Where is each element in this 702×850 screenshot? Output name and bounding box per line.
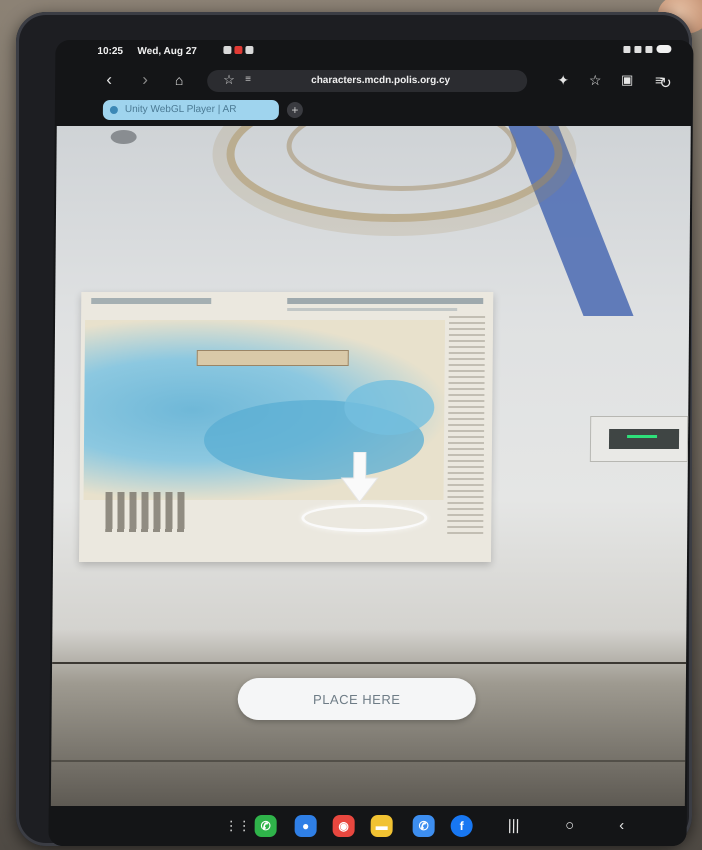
new-tab-button[interactable]: +	[286, 102, 303, 118]
tab-strip: Unity WebGL Player | AR +	[55, 98, 693, 122]
place-here-button[interactable]: PLACE HERE	[237, 678, 476, 720]
app-drawer-icon[interactable]: ⋮⋮⋮	[225, 813, 264, 839]
home-nav-icon[interactable]: ○	[557, 813, 583, 839]
ar-camera-view[interactable]: PLACE HERE	[50, 126, 691, 806]
back-icon[interactable]: ‹	[97, 68, 121, 92]
tabs-icon[interactable]: ▣	[615, 68, 639, 92]
floor-edge	[52, 662, 687, 664]
poster-heading-right	[287, 298, 484, 304]
poster-text-column	[447, 316, 486, 536]
wall-map-poster	[78, 292, 494, 562]
phone-app-icon[interactable]: ✆	[254, 815, 277, 837]
address-bar[interactable]: ☆ ≡ characters.mcdn.polis.org.cy ↻	[207, 70, 672, 92]
mail-notification-icon	[245, 46, 254, 54]
poster-map	[83, 320, 446, 500]
notification-icons	[223, 46, 254, 54]
back-nav-icon[interactable]: ‹	[609, 813, 635, 839]
tablet-device: 10:25 Wed, Aug 27 ‹ › ⌂ ☆ ≡ characters.m…	[16, 12, 694, 846]
gallery-notification-icon	[223, 46, 232, 54]
map-banner	[196, 350, 349, 366]
status-bar: 10:25 Wed, Aug 27	[55, 40, 693, 64]
map-sea-region	[344, 380, 435, 435]
tablet-screen: 10:25 Wed, Aug 27 ‹ › ⌂ ☆ ≡ characters.m…	[48, 40, 694, 846]
forward-icon[interactable]: ›	[133, 68, 157, 92]
favorites-star-icon[interactable]: ☆	[583, 68, 607, 92]
wall-panel	[589, 416, 689, 462]
bookmark-star-icon[interactable]: ☆	[223, 72, 235, 88]
poster-heading-left	[91, 298, 212, 304]
tab-favicon-icon	[109, 106, 118, 114]
placement-arrow-icon	[340, 452, 379, 503]
status-time: 10:25	[97, 46, 124, 57]
alert-notification-icon	[234, 46, 243, 54]
phone2-app-icon[interactable]: ✆	[412, 815, 435, 837]
poster-legend	[105, 492, 186, 532]
system-icons	[623, 45, 672, 53]
poster-subheading	[287, 308, 458, 311]
tab-title: Unity WebGL Player | AR	[124, 104, 237, 115]
battery-icon	[656, 45, 672, 53]
url-text[interactable]: characters.mcdn.polis.org.cy	[311, 75, 450, 86]
menu-icon[interactable]: ≡	[647, 68, 671, 92]
lock-icon: ≡	[245, 74, 252, 85]
floor-board-line	[51, 760, 686, 762]
browser-toolbar: ‹ › ⌂ ☆ ≡ characters.mcdn.polis.org.cy ↻…	[55, 64, 693, 98]
tab-active[interactable]: Unity WebGL Player | AR	[102, 100, 279, 120]
placement-ring-indicator	[301, 504, 428, 532]
notes-app-icon[interactable]: ▬	[370, 815, 393, 837]
system-nav-bar: ⋮⋮⋮ ✆ ● ◉ ▬ ✆ f ||| ○ ‹	[48, 808, 687, 846]
wifi-icon	[634, 45, 642, 53]
mute-icon	[623, 45, 631, 53]
messages-app-icon[interactable]: ●	[294, 815, 317, 837]
wall-panel-led	[627, 435, 658, 438]
status-date: Wed, Aug 27	[137, 46, 197, 57]
ceiling-shell	[110, 130, 137, 144]
camera-app-icon[interactable]: ◉	[332, 815, 355, 837]
facebook-app-icon[interactable]: f	[450, 815, 473, 837]
extension-icon[interactable]: ✦	[551, 68, 575, 92]
signal-icon	[645, 45, 653, 53]
wall-panel-display	[608, 429, 680, 449]
home-icon[interactable]: ⌂	[167, 68, 191, 92]
recents-icon[interactable]: |||	[501, 813, 527, 839]
